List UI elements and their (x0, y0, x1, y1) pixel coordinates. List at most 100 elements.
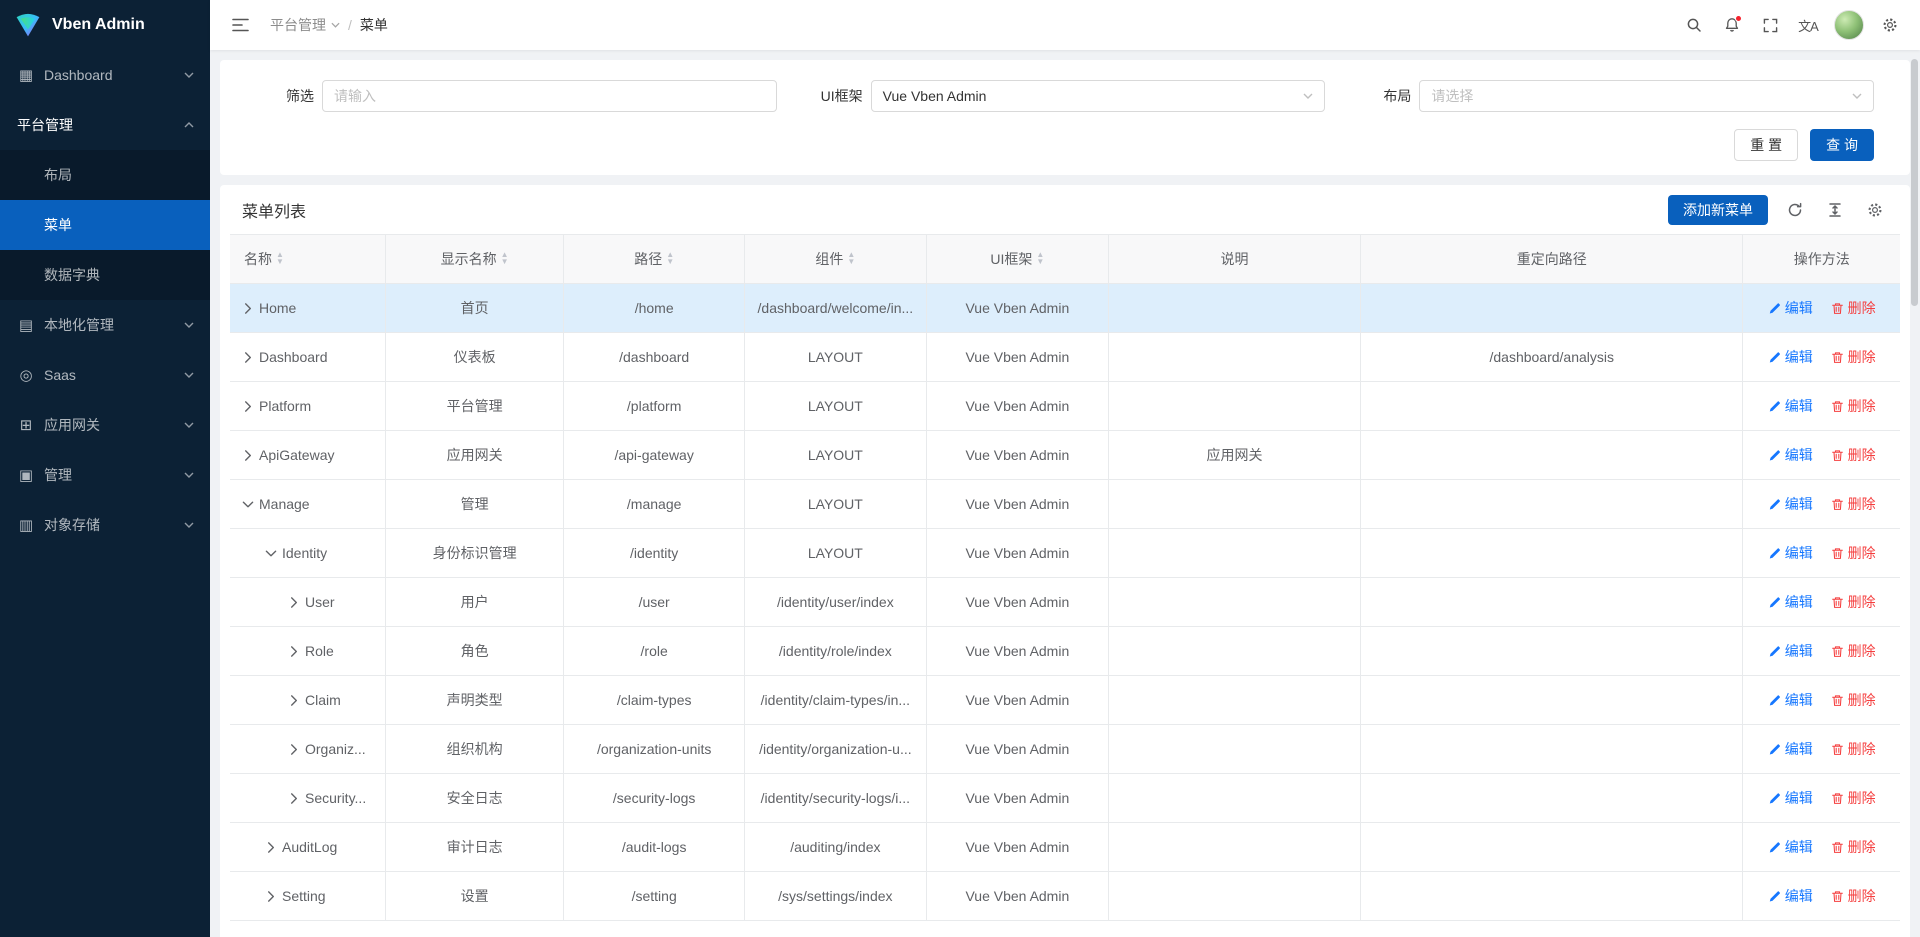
sidebar-subitem-menu[interactable]: 菜单 (0, 200, 210, 250)
table-row[interactable]: Dashboard 仪表板 /dashboard LAYOUT Vue Vben… (230, 333, 1900, 382)
settings-gear-icon[interactable] (1874, 9, 1906, 41)
table-row[interactable]: AuditLog 审计日志 /audit-logs /auditing/inde… (230, 823, 1900, 872)
sort-icon[interactable]: ▲▼ (666, 252, 674, 266)
expand-row-icon[interactable] (290, 793, 298, 804)
expand-row-icon[interactable] (244, 450, 252, 461)
sidebar-item-object-storage[interactable]: ▥ 对象存储 (0, 500, 210, 550)
breadcrumb-item-menu[interactable]: 菜单 (360, 15, 388, 35)
avatar[interactable] (1834, 10, 1864, 40)
ui-framework-select[interactable]: Vue Vben Admin (871, 80, 1326, 112)
filter-field-keyword: 筛选 (244, 80, 777, 112)
delete-button[interactable]: 删除 (1831, 690, 1876, 710)
fullscreen-icon[interactable] (1754, 9, 1786, 41)
delete-button[interactable]: 删除 (1831, 298, 1876, 318)
sidebar-item-saas[interactable]: ◎ Saas (0, 350, 210, 400)
delete-button[interactable]: 删除 (1831, 739, 1876, 759)
delete-button[interactable]: 删除 (1831, 886, 1876, 906)
column-header[interactable]: 名称▲▼ (230, 235, 385, 284)
expand-row-icon[interactable] (290, 695, 298, 706)
sidebar-item-app-gateway[interactable]: ⊞ 应用网关 (0, 400, 210, 450)
add-menu-button[interactable]: 添加新菜单 (1668, 195, 1768, 225)
edit-button[interactable]: 编辑 (1768, 445, 1813, 465)
sort-icon[interactable]: ▲▼ (501, 252, 509, 266)
sidebar-item-label: Dashboard (44, 67, 184, 83)
sidebar-item-localization[interactable]: ▤ 本地化管理 (0, 300, 210, 350)
table-row[interactable]: Manage 管理 /manage LAYOUT Vue Vben Admin … (230, 480, 1900, 529)
delete-button[interactable]: 删除 (1831, 641, 1876, 661)
column-header[interactable]: 组件▲▼ (744, 235, 926, 284)
collapse-sidebar-icon[interactable] (224, 9, 256, 41)
cell-component: LAYOUT (744, 529, 926, 578)
sidebar-subitem-data-dictionary[interactable]: 数据字典 (0, 250, 210, 300)
expand-row-icon[interactable] (267, 891, 275, 902)
delete-button[interactable]: 删除 (1831, 592, 1876, 612)
sidebar-item-dashboard[interactable]: ▦ Dashboard (0, 50, 210, 100)
table-row[interactable]: Setting 设置 /setting /sys/settings/index … (230, 872, 1900, 921)
translate-icon[interactable]: 文A (1792, 9, 1824, 41)
expand-row-icon[interactable] (244, 303, 252, 314)
edit-button[interactable]: 编辑 (1768, 298, 1813, 318)
layout-select[interactable]: 请选择 (1419, 80, 1874, 112)
sort-icon[interactable]: ▲▼ (1036, 252, 1044, 266)
expand-row-icon[interactable] (244, 352, 252, 363)
edit-button[interactable]: 编辑 (1768, 494, 1813, 514)
app-logo[interactable]: Vben Admin (0, 0, 210, 50)
sort-icon[interactable]: ▲▼ (847, 252, 855, 266)
table-row[interactable]: Home 首页 /home /dashboard/welcome/in... V… (230, 284, 1900, 333)
table-row[interactable]: ApiGateway 应用网关 /api-gateway LAYOUT Vue … (230, 431, 1900, 480)
pencil-icon (1768, 351, 1781, 364)
edit-button[interactable]: 编辑 (1768, 886, 1813, 906)
cell-description: 应用网关 (1108, 431, 1360, 480)
cell-path: /identity (564, 529, 744, 578)
sidebar-item-platform[interactable]: 平台管理 (0, 100, 210, 150)
expand-row-icon[interactable] (290, 646, 298, 657)
delete-button[interactable]: 删除 (1831, 347, 1876, 367)
expand-row-icon[interactable] (267, 548, 275, 559)
sort-icon[interactable]: ▲▼ (276, 252, 284, 266)
edit-button[interactable]: 编辑 (1768, 837, 1813, 857)
search-button[interactable]: 查 询 (1810, 129, 1874, 161)
edit-button[interactable]: 编辑 (1768, 592, 1813, 612)
edit-button[interactable]: 编辑 (1768, 690, 1813, 710)
column-header-label: 重定向路径 (1517, 249, 1587, 269)
keyword-input[interactable] (322, 80, 777, 112)
delete-button[interactable]: 删除 (1831, 396, 1876, 416)
table-row[interactable]: Identity 身份标识管理 /identity LAYOUT Vue Vbe… (230, 529, 1900, 578)
expand-row-icon[interactable] (244, 499, 252, 510)
edit-button[interactable]: 编辑 (1768, 347, 1813, 367)
table-row[interactable]: Security... 安全日志 /security-logs /identit… (230, 774, 1900, 823)
sidebar-item-manage[interactable]: ▣ 管理 (0, 450, 210, 500)
search-icon[interactable] (1678, 9, 1710, 41)
expand-row-icon[interactable] (244, 401, 252, 412)
delete-button[interactable]: 删除 (1831, 445, 1876, 465)
expand-row-icon[interactable] (290, 597, 298, 608)
delete-button[interactable]: 删除 (1831, 543, 1876, 563)
table-settings-gear-icon[interactable] (1862, 197, 1888, 223)
table-row[interactable]: User 用户 /user /identity/user/index Vue V… (230, 578, 1900, 627)
delete-button[interactable]: 删除 (1831, 837, 1876, 857)
column-header[interactable]: 路径▲▼ (564, 235, 744, 284)
expand-row-icon[interactable] (290, 744, 298, 755)
table-row[interactable]: Organiz... 组织机构 /organization-units /ide… (230, 725, 1900, 774)
cell-name: Identity (282, 545, 327, 561)
delete-button[interactable]: 删除 (1831, 494, 1876, 514)
edit-button[interactable]: 编辑 (1768, 641, 1813, 661)
table-row[interactable]: Role 角色 /role /identity/role/index Vue V… (230, 627, 1900, 676)
table-row[interactable]: Platform 平台管理 /platform LAYOUT Vue Vben … (230, 382, 1900, 431)
column-header[interactable]: 显示名称▲▼ (385, 235, 564, 284)
edit-button[interactable]: 编辑 (1768, 396, 1813, 416)
expand-row-icon[interactable] (267, 842, 275, 853)
column-header[interactable]: UI框架▲▼ (926, 235, 1108, 284)
delete-button[interactable]: 删除 (1831, 788, 1876, 808)
notification-bell-icon[interactable] (1716, 9, 1748, 41)
edit-button[interactable]: 编辑 (1768, 543, 1813, 563)
table-row[interactable]: Claim 声明类型 /claim-types /identity/claim-… (230, 676, 1900, 725)
edit-button[interactable]: 编辑 (1768, 739, 1813, 759)
reset-button[interactable]: 重 置 (1734, 129, 1798, 161)
sidebar-subitem-layout[interactable]: 布局 (0, 150, 210, 200)
vertical-scrollbar-thumb[interactable] (1911, 59, 1918, 306)
breadcrumb-item-platform[interactable]: 平台管理 (270, 15, 340, 35)
row-height-icon[interactable] (1822, 197, 1848, 223)
edit-button[interactable]: 编辑 (1768, 788, 1813, 808)
refresh-icon[interactable] (1782, 197, 1808, 223)
